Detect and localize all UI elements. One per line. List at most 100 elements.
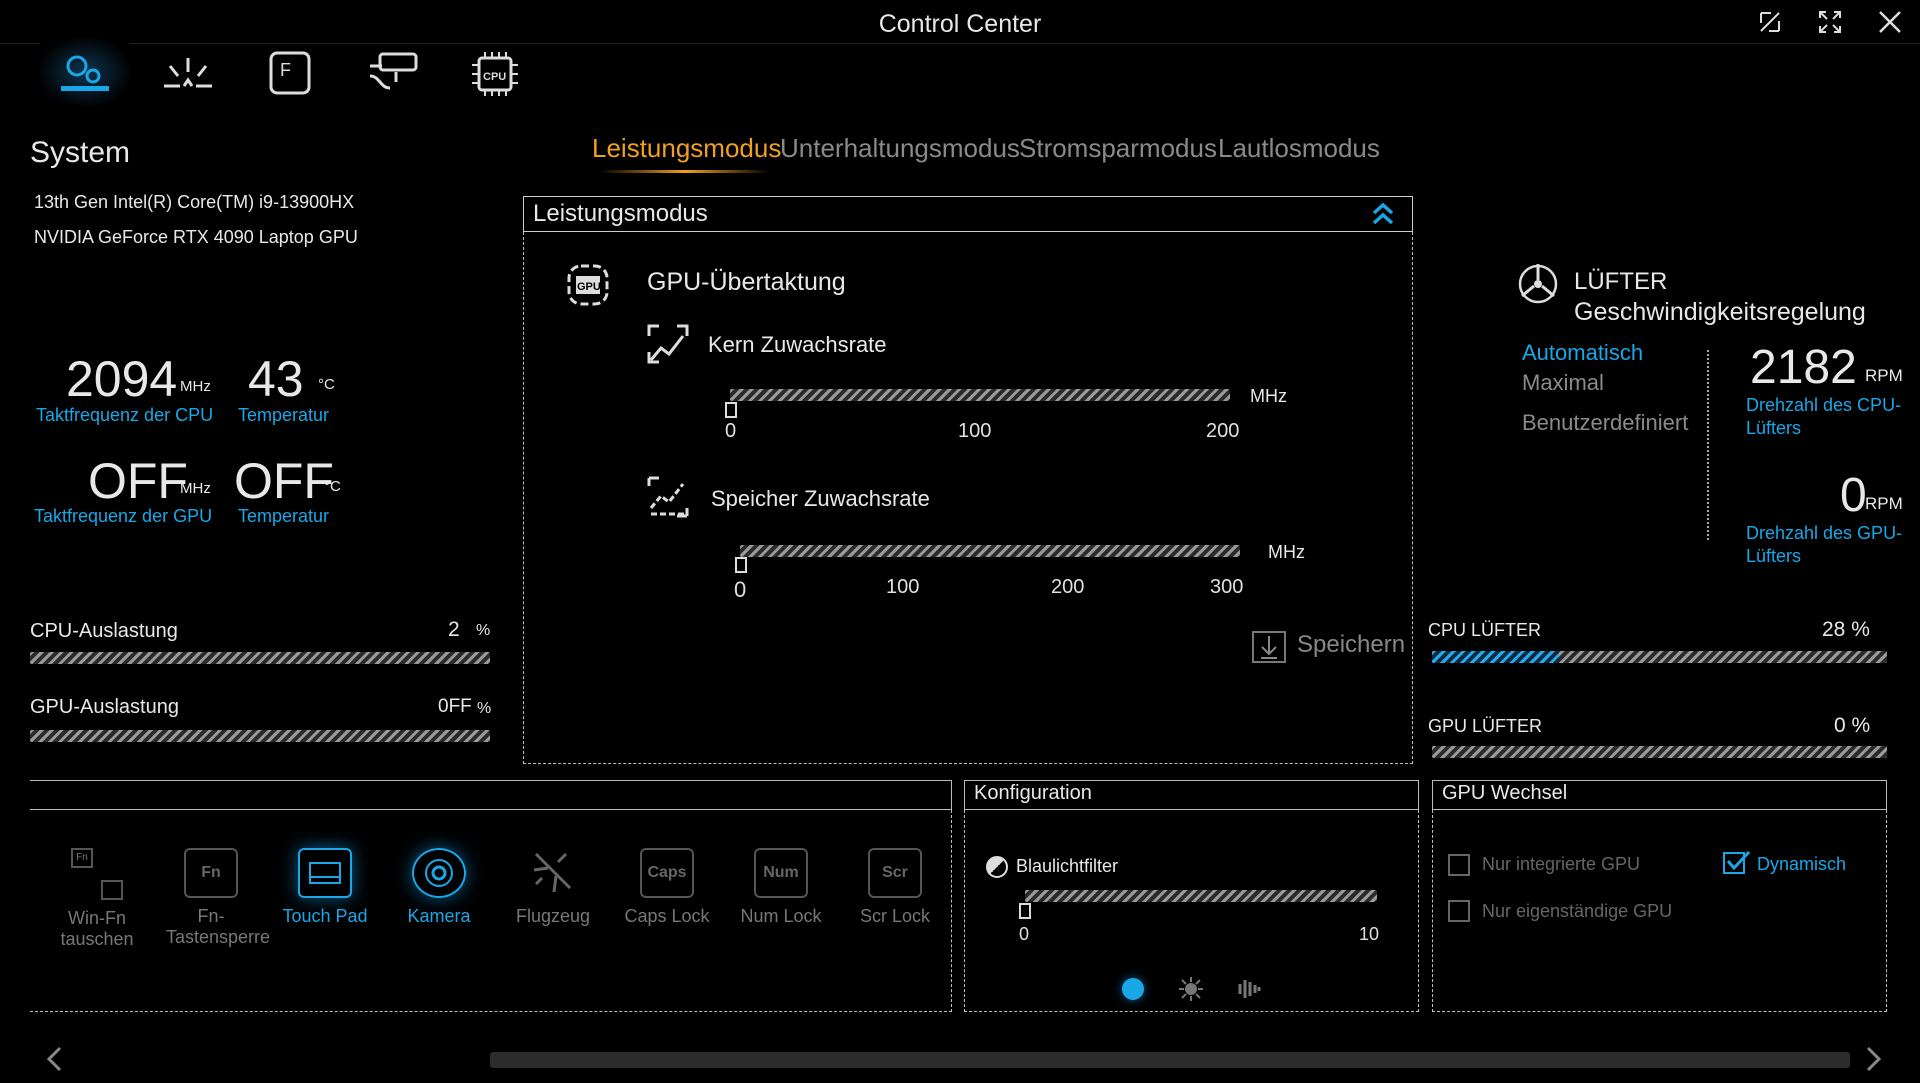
fan-mode-maximal[interactable]: Maximal [1522,370,1604,396]
key-airplane[interactable]: Flugzeug [508,848,598,927]
system-heading: System [30,136,131,169]
tab-stromsparmodus[interactable]: Stromsparmodus [1019,133,1217,164]
gpu-frequency-value: OFF [88,453,188,509]
integrated-gpu-checkbox[interactable] [1448,854,1470,876]
airplane-icon [526,848,580,898]
bluelight-icon [986,856,1008,878]
gpu-temperature-unit: °C [324,478,341,495]
dynamic-gpu-checkbox[interactable] [1723,850,1751,874]
cpu-name: 13th Gen Intel(R) Core(TM) i9-13900HX [34,192,355,212]
tab-leistungsmodus[interactable]: Leistungsmodus [592,133,781,164]
key-scroll-lock-label: Scr Lock [859,906,931,926]
nav-lighting[interactable] [160,50,220,94]
cpu-fan-percent: 28 % [1822,618,1870,641]
cpu-load-label: CPU-Auslastung [30,620,178,642]
key-caps-lock[interactable]: Caps Caps Lock [622,848,712,927]
bluelight-slider-thumb[interactable] [1019,903,1031,919]
bluelight-label: Blaulichtfilter [1016,856,1119,876]
key-camera[interactable]: Kamera [394,848,484,927]
checkmark-icon [1726,850,1751,871]
key-caps-lock-label: Caps Lock [624,906,710,926]
key-touchpad-label: Touch Pad [282,906,368,926]
cpu-load-bar [30,652,490,664]
gpu-switch-panel-title: GPU Wechsel [1442,782,1568,804]
gpu-overclock-label: GPU-Übertaktung [647,268,846,296]
cpu-temperature-unit: °C [318,376,335,393]
scroll-left-chevron-icon[interactable] [44,1044,64,1074]
fan-mode-automatic[interactable]: Automatisch [1522,340,1643,366]
cpu-frequency-label: Taktfrequenz der CPU [36,405,214,425]
nav-fn-keys[interactable]: F [268,50,312,96]
key-airplane-label: Flugzeug [515,906,591,926]
memory-tick-100: 100 [886,576,920,598]
fan-divider [1707,350,1709,540]
close-icon[interactable] [1878,10,1902,34]
dynamic-gpu-label: Dynamisch [1757,854,1847,874]
gpu-fan-bar [1432,746,1887,758]
horizontal-scrollbar[interactable] [490,1052,1850,1068]
night-mode-icon[interactable] [1122,978,1144,1000]
cpu-fan-bar-fill [1432,651,1559,663]
touchpad-icon [298,848,352,898]
light-icon [164,58,212,88]
maximize-icon[interactable] [1818,10,1842,34]
gpu-name: NVIDIA GeForce RTX 4090 Laptop GPU [34,227,358,247]
key-fn-lock-label: Fn-Tastensperre [166,906,271,947]
nav-cpu[interactable]: CPU [470,50,520,98]
tab-lautlosmodus[interactable]: Lautlosmodus [1218,133,1380,164]
key-num-lock[interactable]: Num Num Lock [736,848,826,927]
memory-boost-unit: MHz [1268,542,1305,562]
cpu-fan-label: CPU LÜFTER [1428,620,1542,640]
key-touchpad[interactable]: Touch Pad [280,848,370,927]
core-boost-slider[interactable] [730,389,1230,401]
memory-boost-label: Speicher Zuwachsrate [711,486,930,511]
fn-key-icon: F [269,51,311,95]
core-boost-unit: MHz [1250,386,1287,406]
fan-mode-custom[interactable]: Benutzerdefiniert [1522,410,1688,436]
gpu-fan-rpm-label: Drehzahl des GPU-Lüfters [1746,523,1903,566]
memory-tick-0: 0 [734,577,747,602]
cpu-icon: CPU [472,52,518,96]
performance-panel-title: Leistungsmodus [533,200,708,227]
cpu-temperature-label: Temperatur [238,405,330,425]
contrast-icon[interactable] [1236,976,1262,1002]
gpu-temperature-label: Temperatur [238,506,330,526]
key-fn-lock[interactable]: Fn Fn-Tastensperre [166,848,271,948]
key-scroll-lock[interactable]: Scr Scr Lock [850,848,940,927]
core-boost-slider-thumb[interactable] [725,402,737,418]
nav-system-settings[interactable] [40,38,130,106]
fn-lock-icon: Fn [184,848,238,898]
nav-power[interactable] [366,50,422,96]
cpu-temperature-value: 43 [248,351,304,407]
svg-text:GPU: GPU [577,281,601,293]
gpu-load-label: GPU-Auslastung [30,696,179,718]
gpu-frequency-label: Taktfrequenz der GPU [34,506,213,526]
gpu-load-value: 0FF [438,696,472,717]
restore-icon[interactable] [1758,10,1782,34]
fan-icon [1514,258,1562,306]
bluelight-slider[interactable] [1025,890,1377,902]
num-lock-icon: Num [754,848,808,898]
save-button[interactable]: Speichern [1251,628,1405,664]
gpu-frequency-unit: MHz [180,480,211,497]
cpu-frequency-unit: MHz [180,378,211,395]
scroll-right-chevron-icon[interactable] [1864,1044,1884,1074]
cpu-fan-rpm-unit: RPM [1865,366,1903,385]
memory-boost-slider[interactable] [740,545,1240,557]
tab-unterhaltungsmodus[interactable]: Unterhaltungsmodus [780,133,1020,164]
collapse-chevron-icon[interactable] [1371,201,1395,227]
brightness-icon[interactable] [1178,976,1204,1002]
core-tick-0: 0 [725,420,737,442]
save-download-icon [1252,631,1286,663]
memory-boost-slider-thumb[interactable] [735,557,747,573]
discrete-gpu-checkbox[interactable] [1448,900,1470,922]
scroll-lock-icon: Scr [868,848,922,898]
keys-panel-header [30,780,952,810]
key-win-fn-swap[interactable]: Fn Win-Fn tauschen [52,848,142,950]
svg-text:F: F [280,60,291,80]
memory-tick-200: 200 [1051,576,1085,598]
gpu-load-unit: % [477,700,492,717]
bluelight-tick-10: 10 [1359,924,1380,944]
key-camera-label: Kamera [407,906,471,926]
gpu-fan-rpm-value: 0 [1840,469,1867,522]
